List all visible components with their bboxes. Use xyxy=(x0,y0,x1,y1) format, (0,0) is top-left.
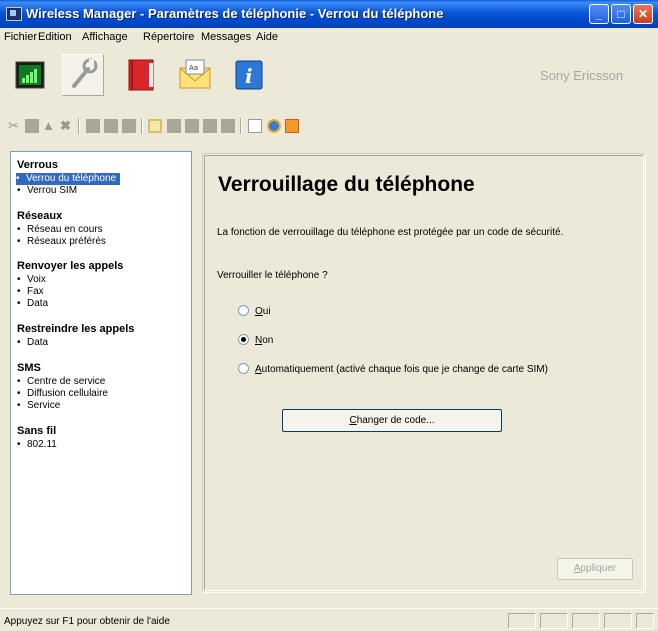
sidebar-item-data[interactable]: • Data xyxy=(17,337,48,349)
status-panel xyxy=(572,613,600,629)
menu-aide[interactable]: Aide xyxy=(256,31,278,43)
sidebar-item-diffusion-cellulaire[interactable]: • Diffusion cellulaire xyxy=(17,388,108,400)
phonebook-button[interactable] xyxy=(120,54,162,96)
section-sms: SMS xyxy=(17,362,41,374)
svg-text:i: i xyxy=(245,64,253,88)
sidebar-item-data[interactable]: • Data xyxy=(17,298,48,310)
secondary-toolbar: ✂ ▲ ✖ xyxy=(0,112,658,140)
change-code-button[interactable]: Changer de code... xyxy=(282,409,502,432)
app-icon xyxy=(6,7,22,21)
help-icon[interactable] xyxy=(285,119,299,133)
radio-option-oui[interactable]: Oui xyxy=(238,305,271,317)
signal-button[interactable] xyxy=(10,54,52,96)
settings-sidebar: Verrous • Verrou du téléphone • Verrou SIM… xyxy=(10,151,192,595)
menu-fichier[interactable]: Fichier xyxy=(4,31,37,43)
settings-content-panel: Verrouillage du téléphone La fonction de… xyxy=(202,153,646,593)
paste-icon[interactable]: ▲ xyxy=(42,119,56,133)
resize-grip[interactable] xyxy=(636,613,654,629)
radio-oui[interactable] xyxy=(238,305,249,316)
sidebar-item-verrou-telephone[interactable]: • Verrou du téléphone xyxy=(16,173,121,185)
section-restreindre-appels: Restreindre les appels xyxy=(17,323,135,335)
status-panel xyxy=(508,613,536,629)
application-window: Wireless Manager - Paramètres de télépho… xyxy=(0,0,658,631)
menu-messages[interactable]: Messages xyxy=(201,31,251,43)
menu-repertoire[interactable]: Répertoire xyxy=(143,31,194,43)
radio-option-non[interactable]: Non xyxy=(238,334,273,346)
menu-bar: Fichier Edition Affichage Répertoire Mes… xyxy=(0,28,658,46)
toolbar-separator xyxy=(141,118,143,134)
section-reseaux: Réseaux xyxy=(17,210,63,222)
delete-icon[interactable]: ✖ xyxy=(60,119,74,133)
outbox-icon[interactable] xyxy=(185,119,199,133)
title-bar[interactable]: Wireless Manager - Paramètres de télépho… xyxy=(0,0,658,28)
section-renvoyer-appels: Renvoyer les appels xyxy=(17,260,124,272)
status-panel xyxy=(604,613,632,629)
signal-icon xyxy=(15,61,45,89)
cut-icon[interactable]: ✂ xyxy=(8,119,22,133)
phonebook-icon xyxy=(128,59,154,91)
radio-non[interactable] xyxy=(238,334,249,345)
sidebar-item-reseaux-preferes[interactable]: • Réseaux préférés xyxy=(17,236,106,248)
drafts-icon[interactable] xyxy=(221,119,235,133)
browser-icon[interactable] xyxy=(267,119,281,133)
inbox-icon[interactable] xyxy=(167,119,181,133)
document-icon[interactable] xyxy=(248,119,262,133)
sidebar-item-service[interactable]: • Service xyxy=(17,400,60,412)
import-icon[interactable] xyxy=(86,119,100,133)
messages-button[interactable]: Aa xyxy=(174,54,216,96)
status-text: Appuyez sur F1 pour obtenir de l'aide xyxy=(4,616,170,627)
sidebar-item-centre-de-service[interactable]: • Centre de service xyxy=(17,376,105,388)
svg-text:Aa: Aa xyxy=(189,64,198,72)
description-text: La fonction de verrouillage du téléphone… xyxy=(217,227,564,238)
sidebar-item-verrou-sim[interactable]: • Verrou SIM xyxy=(17,185,77,197)
sidebar-item-voix[interactable]: • Voix xyxy=(17,274,46,286)
copy-icon[interactable] xyxy=(25,119,39,133)
sidebar-item-802-11[interactable]: • 802.11 xyxy=(17,439,57,451)
menu-edition[interactable]: Edition xyxy=(38,31,72,43)
maximize-button[interactable]: □ xyxy=(611,4,631,24)
message-icon[interactable] xyxy=(148,119,162,133)
info-button[interactable]: i xyxy=(228,54,270,96)
menu-affichage[interactable]: Affichage xyxy=(82,31,128,43)
lock-question-label: Verrouiller le téléphone ? xyxy=(217,270,328,281)
status-bar: Appuyez sur F1 pour obtenir de l'aide xyxy=(0,608,658,631)
radio-automatiquement[interactable] xyxy=(238,363,249,374)
apply-button[interactable]: Appliquer xyxy=(557,558,633,580)
settings-button[interactable] xyxy=(62,54,104,96)
close-button[interactable]: ✕ xyxy=(633,4,653,24)
page-title: Verrouillage du téléphone xyxy=(218,173,475,196)
brand-label: Sony Ericsson xyxy=(540,68,624,83)
section-verrous: Verrous xyxy=(17,159,58,171)
main-toolbar: Aa i Sony Ericsson xyxy=(0,48,658,110)
window-title: Wireless Manager - Paramètres de télépho… xyxy=(26,6,444,21)
minimize-button[interactable]: _ xyxy=(589,4,609,24)
sync-icon[interactable] xyxy=(122,119,136,133)
toolbar-separator xyxy=(240,118,242,134)
messages-envelope-icon: Aa xyxy=(179,59,211,89)
toolbar-separator xyxy=(78,118,80,134)
sent-icon[interactable] xyxy=(203,119,217,133)
section-sans-fil: Sans fil xyxy=(17,425,57,437)
content-frame: Verrouillage du téléphone La fonction de… xyxy=(204,155,644,591)
export-icon[interactable] xyxy=(104,119,118,133)
status-panel xyxy=(540,613,568,629)
settings-wrench-icon xyxy=(72,58,98,88)
sidebar-item-fax[interactable]: • Fax xyxy=(17,286,44,298)
info-icon: i xyxy=(235,60,263,90)
radio-option-automatiquement[interactable]: Automatiquement (activé chaque fois que … xyxy=(238,363,548,375)
sidebar-item-reseau-en-cours[interactable]: • Réseau en cours xyxy=(17,224,103,236)
